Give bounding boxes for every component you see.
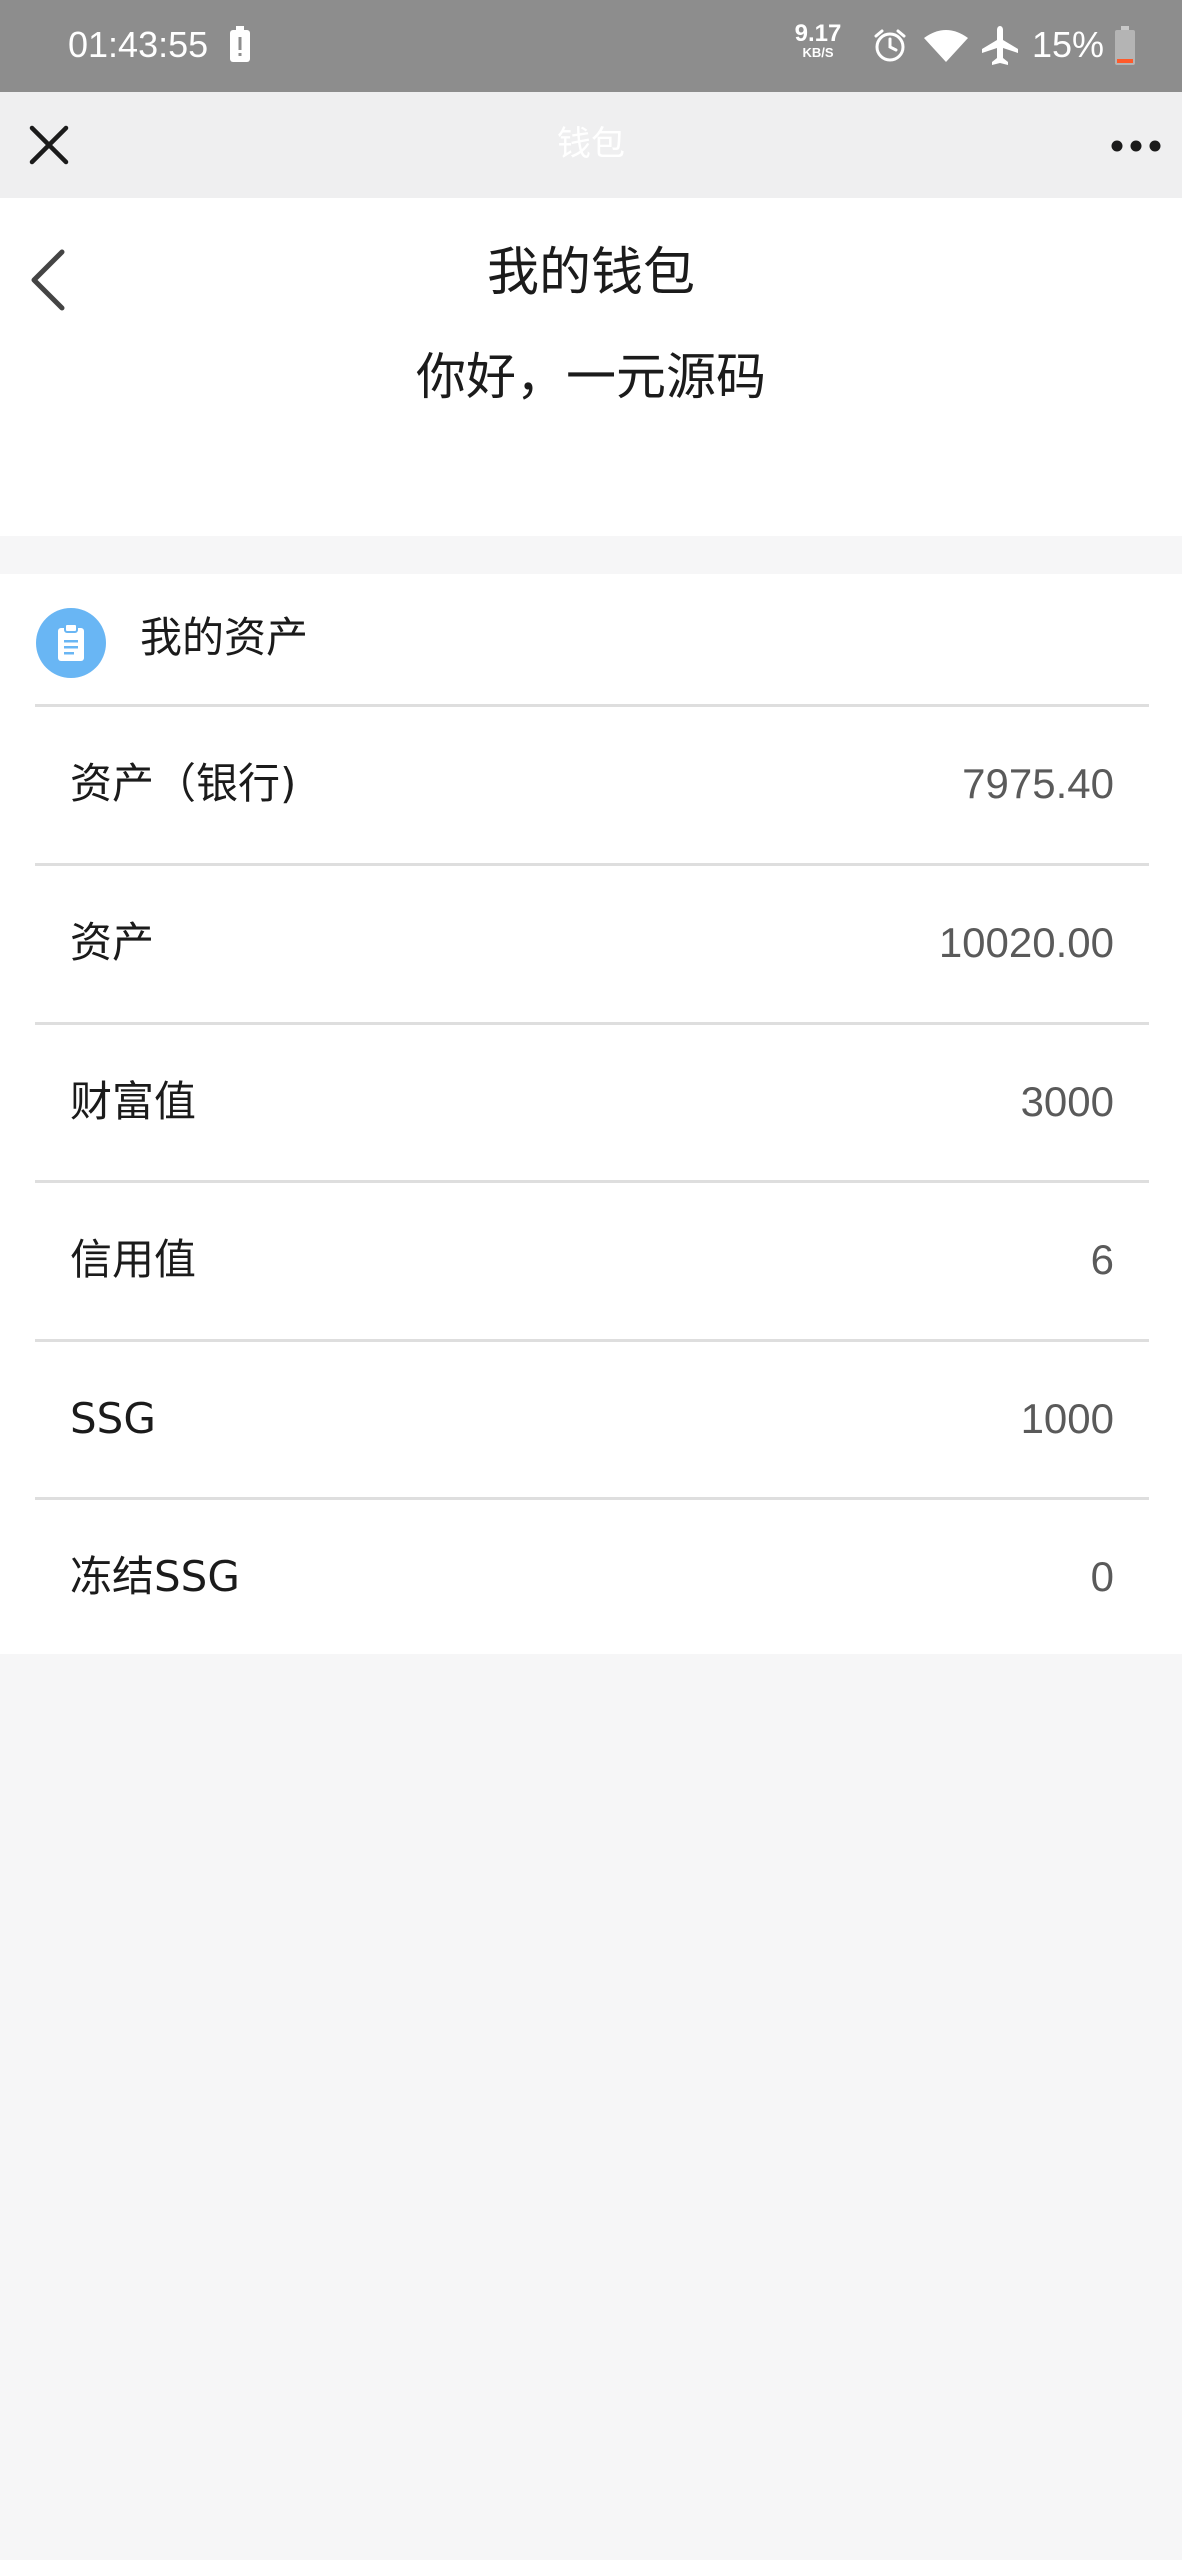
asset-row-credit[interactable]: 信用值 6 xyxy=(0,1182,1182,1340)
page-header: 我的钱包 你好，一元源码 xyxy=(0,198,1182,536)
asset-row-bank[interactable]: 资产（银行) 7975.40 xyxy=(0,706,1182,864)
asset-value: 7975.40 xyxy=(962,760,1114,807)
battery-icon xyxy=(1115,26,1135,65)
asset-label: SSG xyxy=(70,1394,156,1443)
asset-value: 10020.00 xyxy=(938,919,1114,966)
status-bar: 01:43:55 9.17 KB/S 15% xyxy=(0,0,1182,92)
asset-label: 信用值 xyxy=(70,1235,197,1284)
assets-section: 我的资产 资产（银行) 7975.40 资产 10020.00 财富值 3000… xyxy=(0,574,1182,1654)
asset-value: 3000 xyxy=(1020,1078,1114,1125)
airplane-icon xyxy=(982,26,1018,65)
asset-row-frozen-ssg[interactable]: 冻结SSG 0 xyxy=(0,1499,1182,1657)
clipboard-icon xyxy=(36,608,106,678)
alarm-icon xyxy=(874,29,906,62)
status-time: 01:43:55 xyxy=(68,24,209,65)
asset-row-wealth[interactable]: 财富值 3000 xyxy=(0,1024,1182,1182)
top-nav: 钱包 xyxy=(0,92,1182,198)
page-title: 我的钱包 xyxy=(486,243,695,303)
asset-value: 6 xyxy=(1090,1236,1114,1283)
asset-value: 0 xyxy=(1090,1553,1114,1600)
asset-label: 资产（银行) xyxy=(70,759,297,808)
nav-title: 钱包 xyxy=(557,124,625,164)
more-icon[interactable] xyxy=(1108,126,1164,166)
asset-label: 冻结SSG xyxy=(70,1552,240,1601)
wifi-icon xyxy=(924,30,968,62)
asset-row-ssg[interactable]: SSG 1000 xyxy=(0,1341,1182,1499)
asset-row-assets[interactable]: 资产 10020.00 xyxy=(0,865,1182,1023)
battery-percent: 15% xyxy=(1032,24,1105,65)
assets-title: 我的资产 xyxy=(140,613,309,662)
greeting-text: 你好，一元源码 xyxy=(416,348,766,406)
net-speed: 9.17 KB/S xyxy=(788,22,848,60)
asset-label: 资产 xyxy=(70,918,155,967)
net-speed-value: 9.17 xyxy=(794,20,842,47)
assets-header: 我的资产 xyxy=(0,574,1182,706)
asset-value: 1000 xyxy=(1020,1395,1114,1442)
net-speed-unit: KB/S xyxy=(802,45,834,60)
notification-icon xyxy=(230,26,250,62)
asset-label: 财富值 xyxy=(70,1077,197,1126)
status-icons: 9.17 KB/S 15% xyxy=(762,0,1182,92)
